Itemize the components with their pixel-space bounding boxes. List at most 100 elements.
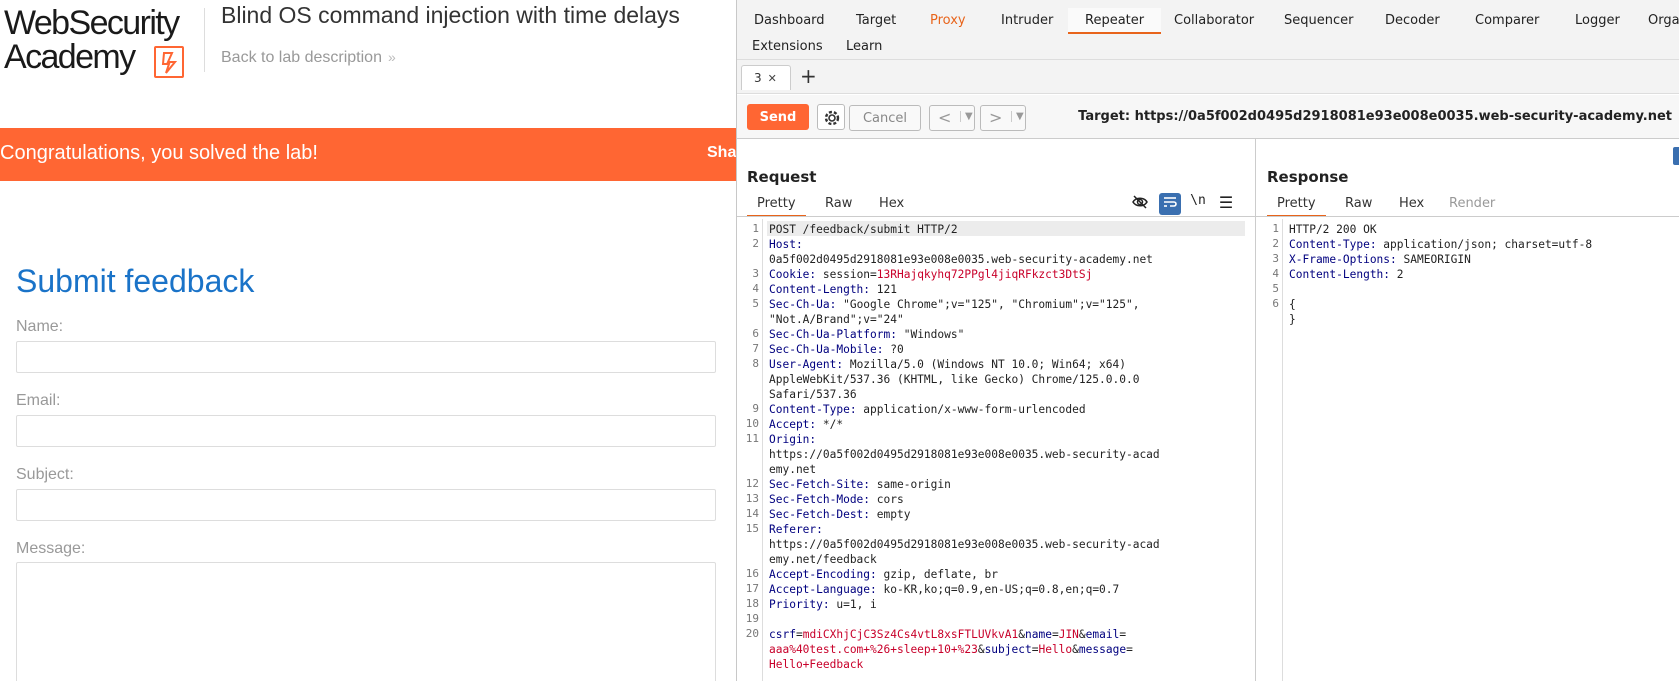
param-value: aaa%40test.com+%26+sleep+10+%23 [769, 643, 978, 656]
code-line: Accept-Encoding: gzip, deflate, br [769, 567, 1160, 582]
line-number: 16 [745, 567, 759, 580]
code-line: Content-Length: 2 [1289, 267, 1592, 282]
code-line: Sec-Fetch-Site: same-origin [769, 477, 1160, 492]
header-name: Sec-Fetch-Mode: [769, 493, 871, 506]
header-name: Origin: [769, 433, 817, 446]
code-line: Priority: u=1, i [769, 597, 1160, 612]
tab-decoder[interactable]: Decoder [1368, 8, 1457, 34]
response-tab-render[interactable]: Render [1439, 193, 1505, 217]
tab-organizer[interactable]: Organ [1631, 8, 1679, 34]
inspector-toggle[interactable] [1673, 147, 1679, 165]
code-line: User-Agent: Mozilla/5.0 (Windows NT 10.0… [769, 357, 1160, 372]
param-value: JIN [1058, 628, 1079, 641]
menu-icon[interactable]: ☰ [1215, 193, 1237, 215]
subject-field[interactable] [16, 489, 716, 521]
line-number: 19 [745, 612, 759, 625]
tab-collaborator[interactable]: Collaborator [1157, 8, 1271, 34]
repeater-tab-3[interactable]: 3 ✕ [741, 65, 791, 90]
message-field[interactable] [16, 562, 716, 681]
param-name: subject [984, 643, 1032, 656]
header-value: ko-KR,ko;q=0.9,en-US;q=0.8,en;q=0.7 [876, 583, 1120, 596]
dropdown-arrow-icon[interactable]: ▼ [960, 111, 973, 122]
param-value: mdiCXhjCjC3Sz4Cs4vtL8xsFTLUVkvA1 [802, 628, 1019, 641]
header-name: Content-Length: [769, 283, 871, 296]
code-line: Content-Type: application/json; charset=… [1289, 237, 1592, 252]
cancel-button[interactable]: Cancel [849, 105, 921, 131]
code-line: AppleWebKit/537.36 (KHTML, like Gecko) C… [769, 372, 1160, 387]
code-line: Safari/537.36 [769, 387, 1160, 402]
header-value: u=1, i [829, 598, 877, 611]
close-icon[interactable]: ✕ [768, 72, 777, 85]
header-value: */* [816, 418, 844, 431]
academy-logo[interactable]: WebSecurity Academy [4, 6, 200, 78]
target-url[interactable]: Target: https://0a5f002d0495d2918081e93e… [1078, 109, 1672, 124]
history-back-button[interactable]: < ▼ [929, 105, 975, 131]
response-tab-raw[interactable]: Raw [1335, 193, 1382, 217]
line-number: 6 [1272, 297, 1279, 310]
tab-target[interactable]: Target [839, 8, 913, 34]
cookie-value: 13RHajqkyhq72PPgl4jiqRFkzct3DtSj [876, 268, 1093, 281]
history-forward-button[interactable]: > ▼ [980, 105, 1026, 131]
header-name: Sec-Fetch-Site: [769, 478, 871, 491]
line-number: 2 [752, 237, 759, 250]
tab-sequencer[interactable]: Sequencer [1267, 8, 1370, 34]
share-link[interactable]: Sha [707, 144, 736, 162]
name-field[interactable] [16, 341, 716, 373]
header-value: application/json; charset=utf-8 [1376, 238, 1593, 251]
banner-message: Congratulations, you solved the lab! [0, 142, 318, 164]
tab-logger[interactable]: Logger [1558, 8, 1637, 34]
code-line: } [1289, 312, 1592, 327]
param-name: email [1085, 628, 1120, 641]
newline-toggle-icon[interactable]: \n [1187, 193, 1209, 215]
tab-repeater[interactable]: Repeater [1068, 8, 1162, 34]
settings-gear-icon[interactable] [817, 104, 845, 130]
param-value: Hello [1038, 643, 1073, 656]
tab-comparer[interactable]: Comparer [1458, 8, 1556, 34]
dropdown-arrow-icon[interactable]: ▼ [1011, 111, 1024, 122]
request-tab-raw[interactable]: Raw [815, 193, 862, 217]
header-value: Mozilla/5.0 (Windows NT 10.0; Win64; x64… [843, 358, 1126, 371]
header-value: } [1289, 313, 1296, 326]
line-number: 8 [752, 357, 759, 370]
code-line: Referer: [769, 522, 1160, 537]
header-value: application/x-www-form-urlencoded [856, 403, 1086, 416]
tab-extensions[interactable]: Extensions [737, 34, 840, 60]
send-button[interactable]: Send [747, 104, 809, 130]
param-equals: = [1126, 643, 1133, 656]
response-editor[interactable]: HTTP/2 200 OK Content-Type: application/j… [1289, 222, 1592, 327]
tab-learn[interactable]: Learn [829, 34, 899, 60]
tab-dashboard[interactable]: Dashboard [737, 8, 842, 34]
request-tab-pretty[interactable]: Pretty [747, 193, 806, 217]
header-name: Priority: [769, 598, 830, 611]
header-name: Sec-Ch-Ua: [769, 298, 837, 311]
tab-intruder[interactable]: Intruder [984, 8, 1070, 34]
burp-window: Dashboard Target Proxy Intruder Repeater… [736, 0, 1679, 681]
header-value: 121 [870, 283, 897, 296]
hide-eye-icon[interactable] [1129, 193, 1151, 215]
header-value: Safari/537.36 [769, 388, 857, 401]
double-chevron-right-icon: » [387, 49, 396, 65]
request-editor[interactable]: POST /feedback/submit HTTP/2 Host: 0a5f002… [769, 222, 1160, 672]
line-number: 18 [745, 597, 759, 610]
tab-proxy[interactable]: Proxy [913, 8, 983, 34]
wrap-lines-icon[interactable] [1159, 193, 1181, 215]
response-tab-pretty[interactable]: Pretty [1267, 193, 1326, 217]
header-name: Accept: [769, 418, 817, 431]
header-value: emy.net [769, 463, 817, 476]
header-value: 0a5f002d0495d2918081e93e008e0035.web-sec… [769, 253, 1153, 266]
email-field[interactable] [16, 415, 716, 447]
repeater-subtabs: 3 ✕ + [737, 60, 1679, 94]
add-tab-icon[interactable]: + [800, 64, 817, 88]
header-value: SAMEORIGIN [1396, 253, 1471, 266]
line-number: 13 [745, 492, 759, 505]
header-value: { [1289, 298, 1296, 311]
response-tab-hex[interactable]: Hex [1389, 193, 1434, 217]
code-line: Origin: [769, 432, 1160, 447]
header-name: Accept-Language: [769, 583, 877, 596]
request-tab-hex[interactable]: Hex [869, 193, 914, 217]
param-equals: = [1051, 628, 1059, 641]
logo-line2: Academy [4, 38, 136, 76]
back-to-lab-link[interactable]: Back to lab description » [221, 49, 396, 67]
